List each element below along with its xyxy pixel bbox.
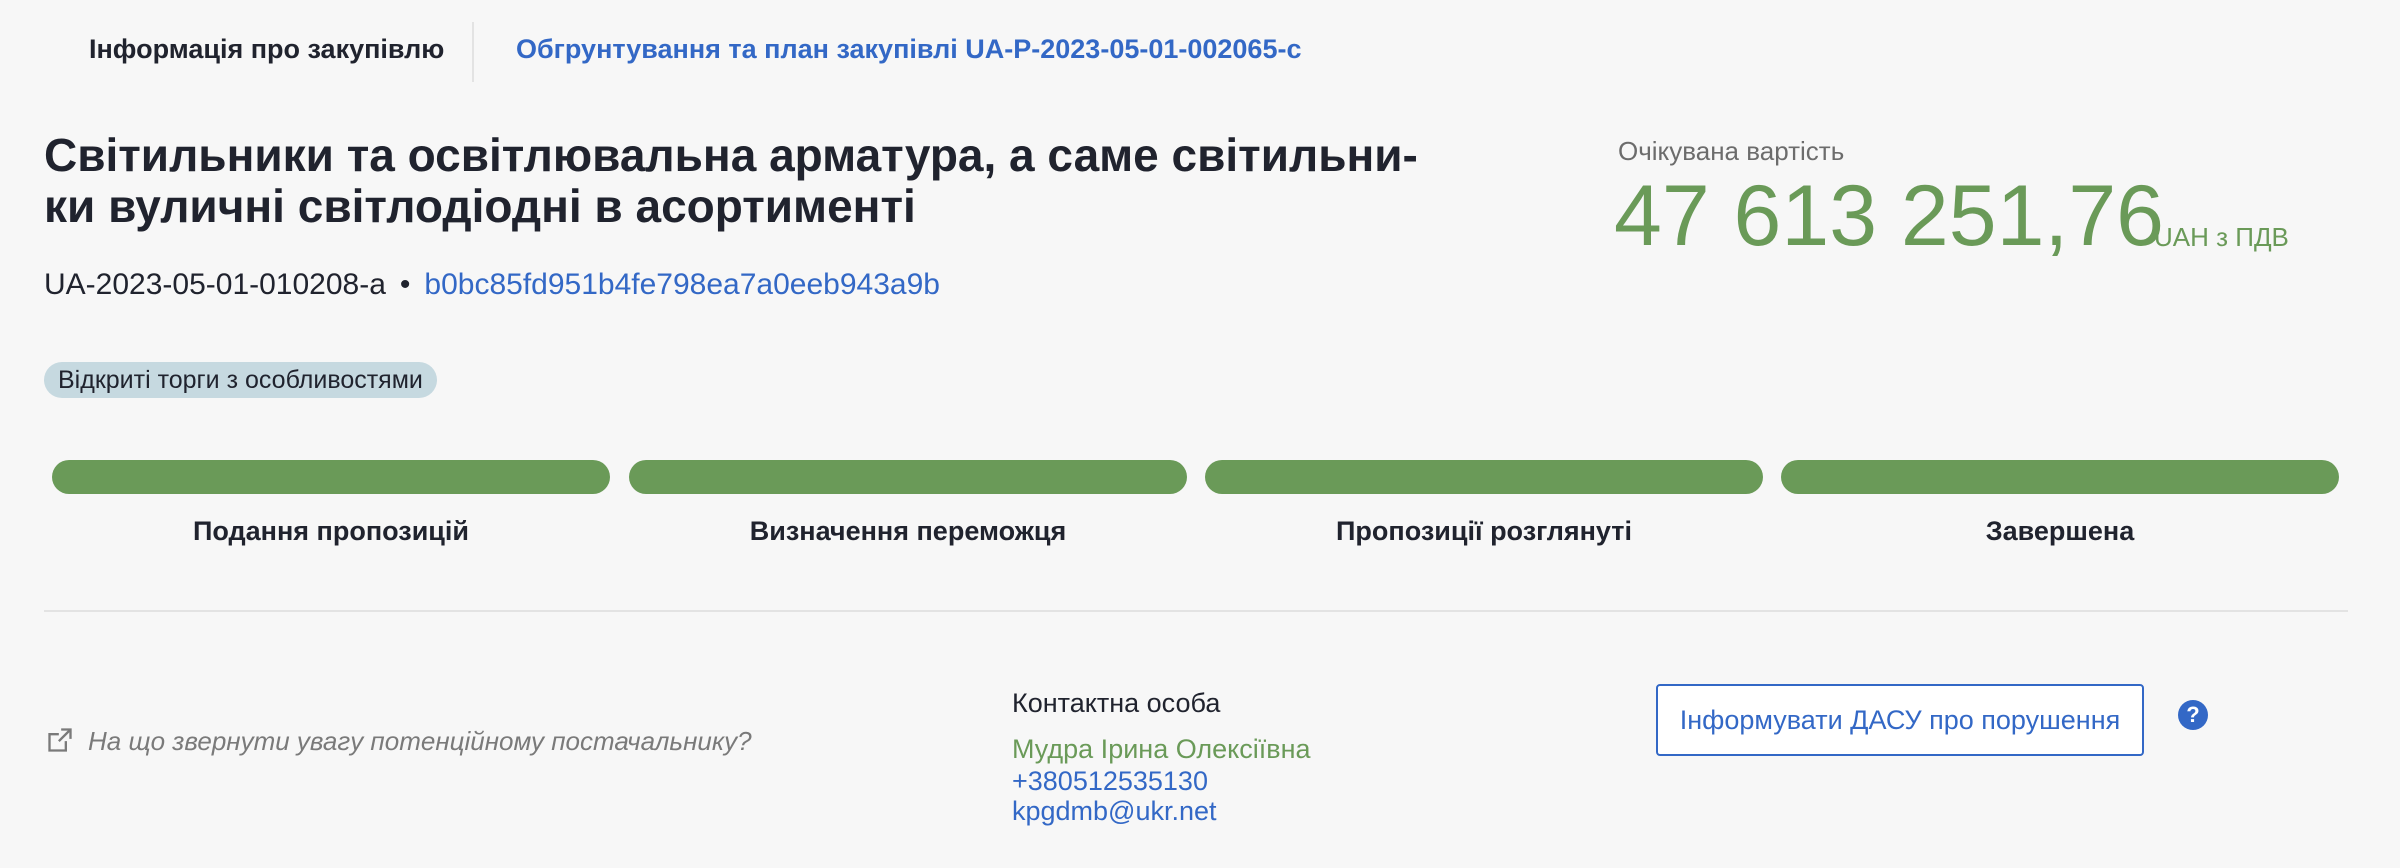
contact-name: Мудра Ірина Олексіївна [1012, 734, 1311, 764]
expected-value-currency: UAH з ПДВ [2154, 222, 2289, 252]
stage-bar-reviewed [1205, 460, 1763, 494]
expected-value-amount: 47 613 251,76 [1614, 168, 2164, 264]
stage-bar-submission [52, 460, 610, 494]
section-divider [44, 610, 2348, 612]
stage-bar-completed [1781, 460, 2339, 494]
tab-divider [472, 22, 474, 82]
tab-procurement-info[interactable]: Інформація про закупівлю [89, 34, 444, 65]
contact-phone-link[interactable]: +380512535130 [1012, 766, 1208, 797]
stage-label-submission: Подання пропозицій [192, 516, 470, 546]
tender-id: UA-2023-05-01-010208-a [44, 268, 386, 301]
stage-label-completed: Завершена [1985, 516, 2135, 546]
stage-label-winner: Визначення переможця [749, 516, 1067, 546]
procurement-tabs: Інформація про закупівлю Обгрунтування т… [0, 0, 2400, 100]
id-separator: • [399, 268, 411, 301]
contact-email-link[interactable]: kpgdmb@ukr.net [1012, 796, 1217, 827]
help-icon[interactable]: ? [2178, 700, 2208, 730]
page-title: Світильники та освітлювальна арматура, а… [44, 129, 1418, 232]
stage-label-reviewed: Пропозиції розглянуті [1336, 516, 1632, 546]
supplier-hint-link[interactable]: На що звернути увагу потенційному постач… [88, 726, 752, 757]
stage-bar-winner [629, 460, 1187, 494]
tender-identifiers: UA-2023-05-01-010208-a • b0bc85fd951b4fe79… [44, 268, 940, 302]
tab-plan-link[interactable]: Обгрунтування та план закупівлі UA-P-202… [516, 34, 1301, 65]
procedure-type-badge: Відкриті торги з особливостями [44, 362, 437, 398]
external-link-icon[interactable] [46, 726, 74, 754]
contact-label: Контактна особа [1012, 688, 1221, 718]
tender-hash-link[interactable]: b0bc85fd951b4fe798ea7a0eeb943a9b [424, 268, 940, 301]
report-violation-button[interactable]: Інформувати ДАСУ про порушення [1656, 684, 2144, 756]
expected-value-label: Очікувана вартість [1618, 136, 1845, 166]
